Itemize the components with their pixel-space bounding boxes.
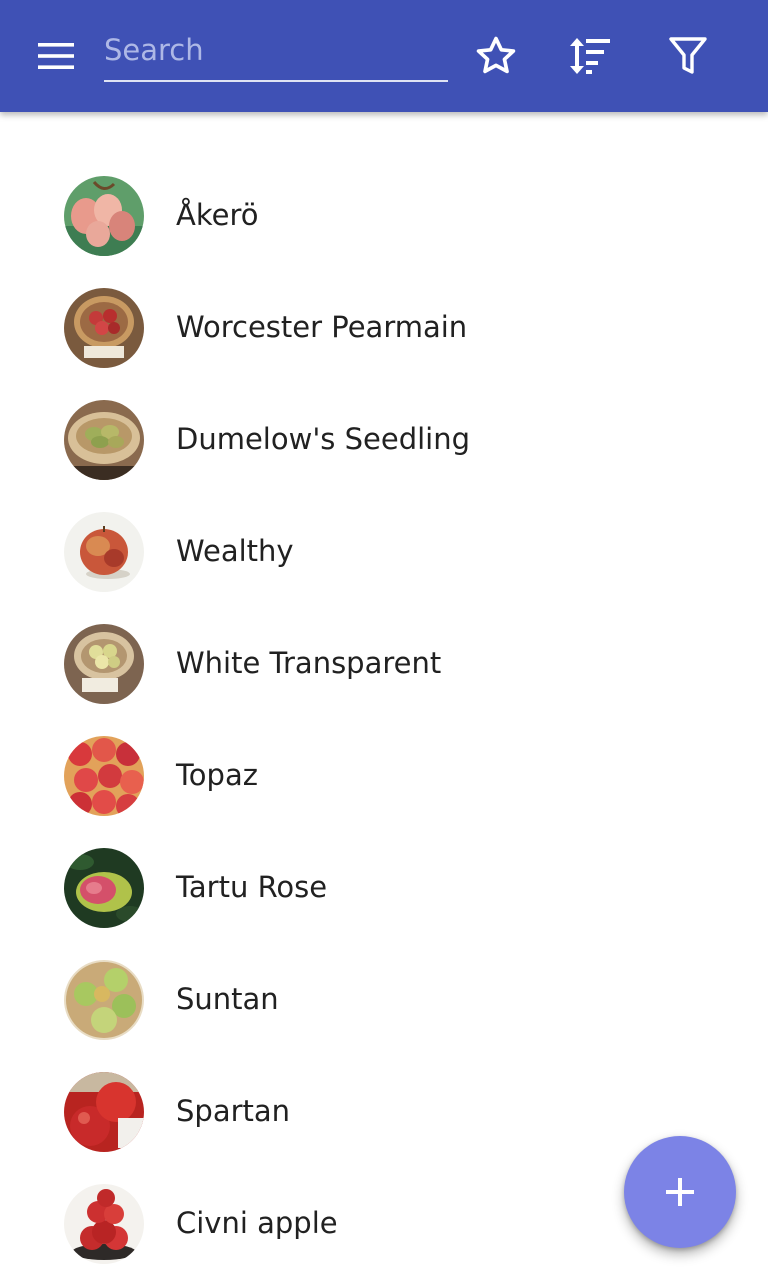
apple-thumbnail-image bbox=[64, 1184, 144, 1264]
item-name: Spartan bbox=[176, 1094, 291, 1128]
plus-icon bbox=[666, 1178, 694, 1206]
app-toolbar bbox=[0, 0, 768, 112]
search-input[interactable] bbox=[104, 20, 448, 76]
apple-thumbnail-image bbox=[64, 512, 144, 592]
apple-thumbnail-image bbox=[64, 736, 144, 816]
item-name: Civni apple bbox=[176, 1206, 338, 1240]
apple-thumbnail-image bbox=[64, 1072, 144, 1152]
menu-button[interactable] bbox=[24, 32, 88, 80]
app-screen: Åkerö Worcester Pearmain bbox=[0, 0, 768, 1280]
favorites-button[interactable] bbox=[468, 28, 524, 84]
hamburger-menu-icon bbox=[38, 43, 74, 69]
list-item[interactable]: Dumelow's Seedling bbox=[0, 384, 768, 496]
apple-thumbnail-image bbox=[64, 400, 144, 480]
list-item[interactable]: Suntan bbox=[0, 944, 768, 1056]
item-name: Åkerö bbox=[176, 198, 259, 232]
item-name: Suntan bbox=[176, 982, 279, 1016]
apple-thumbnail-image bbox=[64, 176, 144, 256]
filter-icon bbox=[669, 37, 707, 74]
item-name: Topaz bbox=[176, 758, 258, 792]
apple-thumbnail-image bbox=[64, 960, 144, 1040]
item-name: Worcester Pearmain bbox=[176, 310, 468, 344]
apple-thumbnail-image bbox=[64, 624, 144, 704]
item-name: Wealthy bbox=[176, 534, 294, 568]
sort-icon bbox=[570, 38, 610, 74]
sort-button[interactable] bbox=[563, 28, 619, 84]
item-name: White Transparent bbox=[176, 646, 442, 680]
item-name: Tartu Rose bbox=[176, 870, 328, 904]
apple-thumbnail-image bbox=[64, 288, 144, 368]
star-outline-icon bbox=[476, 36, 516, 74]
list-item[interactable]: White Transparent bbox=[0, 608, 768, 720]
add-apple-button[interactable] bbox=[624, 1136, 736, 1248]
list-item[interactable]: Topaz bbox=[0, 720, 768, 832]
list-item[interactable]: Wealthy bbox=[0, 496, 768, 608]
list-item[interactable]: Tartu Rose bbox=[0, 832, 768, 944]
apple-list: Åkerö Worcester Pearmain Dumelow's Seedl… bbox=[0, 160, 768, 1280]
search-field bbox=[104, 20, 448, 82]
list-item[interactable]: Åkerö bbox=[0, 160, 768, 272]
list-item[interactable]: Worcester Pearmain bbox=[0, 272, 768, 384]
apple-thumbnail-image bbox=[64, 848, 144, 928]
filter-button[interactable] bbox=[660, 28, 716, 84]
item-name: Dumelow's Seedling bbox=[176, 422, 471, 456]
